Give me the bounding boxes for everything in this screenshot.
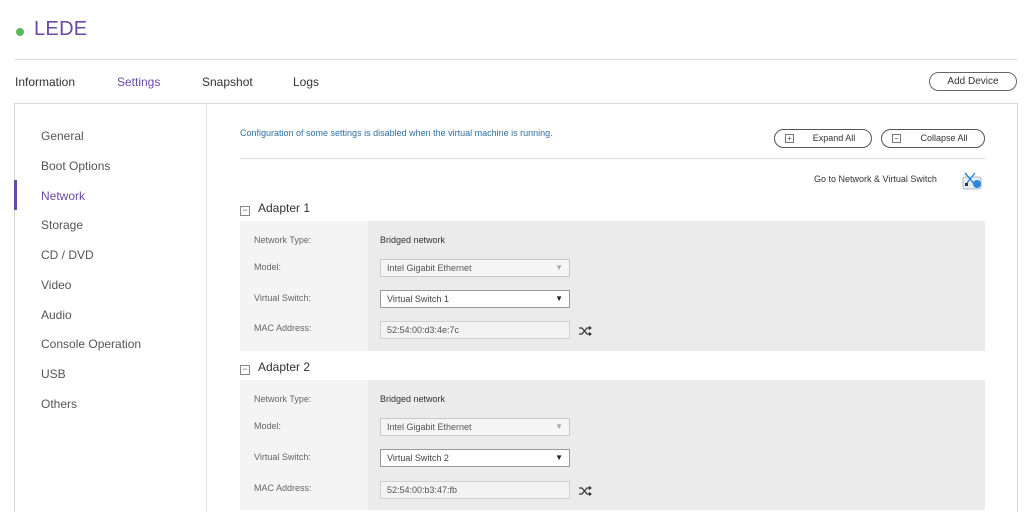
- tab-information[interactable]: Information: [15, 75, 75, 89]
- collapse-all-button[interactable]: − Collapse All: [881, 129, 985, 148]
- goto-network-link[interactable]: Go to Network & Virtual Switch: [814, 174, 937, 184]
- network-type-label: Network Type:: [254, 235, 312, 245]
- mac-address-field[interactable]: 52:54:00:b3:47:fb: [380, 481, 570, 499]
- sidebar-item-network[interactable]: Network: [41, 189, 85, 203]
- content-divider: [240, 158, 985, 159]
- network-type-value: Bridged network: [380, 394, 446, 404]
- model-label: Model:: [254, 262, 282, 272]
- chevron-down-icon: ▼: [555, 294, 563, 303]
- minus-square-icon: −: [892, 134, 901, 143]
- status-dot: [16, 28, 24, 36]
- sidebar-item-others[interactable]: Others: [41, 397, 77, 411]
- network-type-value: Bridged network: [380, 235, 446, 245]
- sidebar-item-audio[interactable]: Audio: [41, 308, 72, 322]
- network-switch-icon[interactable]: [960, 168, 984, 192]
- title-bar: LEDE: [0, 0, 1024, 60]
- model-select-value: Intel Gigabit Ethernet: [387, 422, 472, 432]
- virtual-switch-select[interactable]: Virtual Switch 2 ▼: [380, 449, 570, 467]
- mac-address-label: MAC Address:: [254, 483, 312, 493]
- chevron-down-icon: ▼: [555, 263, 563, 272]
- minus-square-icon: −: [240, 206, 250, 216]
- sidebar-item-boot-options[interactable]: Boot Options: [41, 159, 110, 173]
- mac-address-field[interactable]: 52:54:00:d3:4e:7c: [380, 321, 570, 339]
- shuffle-icon[interactable]: [578, 325, 592, 337]
- chevron-down-icon: ▼: [555, 422, 563, 431]
- active-item-marker: [14, 180, 17, 210]
- adapter-2-title: Adapter 2: [258, 360, 311, 374]
- sidebar-item-console-operation[interactable]: Console Operation: [41, 337, 141, 351]
- plus-square-icon: +: [785, 134, 794, 143]
- sidebar-item-storage[interactable]: Storage: [41, 218, 83, 232]
- expand-all-label: Expand All: [812, 133, 856, 143]
- tab-settings[interactable]: Settings: [117, 75, 160, 89]
- network-type-label: Network Type:: [254, 394, 312, 404]
- model-label: Model:: [254, 421, 282, 431]
- shuffle-icon[interactable]: [578, 485, 592, 497]
- adapter-2-header[interactable]: − Adapter 2: [240, 360, 310, 375]
- tab-logs[interactable]: Logs: [293, 75, 319, 89]
- adapter-1-header[interactable]: − Adapter 1: [240, 201, 310, 216]
- settings-sidebar: General Boot Options Network Storage CD …: [14, 104, 207, 512]
- virtual-switch-label: Virtual Switch:: [254, 452, 311, 462]
- tab-snapshot[interactable]: Snapshot: [202, 75, 253, 89]
- collapse-all-label: Collapse All: [920, 133, 968, 143]
- mac-address-label: MAC Address:: [254, 323, 312, 333]
- sidebar-item-cd-dvd[interactable]: CD / DVD: [41, 248, 94, 262]
- virtual-switch-label: Virtual Switch:: [254, 293, 311, 303]
- sidebar-item-general[interactable]: General: [41, 129, 84, 143]
- expand-all-button[interactable]: + Expand All: [774, 129, 872, 148]
- adapter-1-panel: Network Type: Bridged network Model: Int…: [240, 221, 985, 351]
- virtual-switch-select[interactable]: Virtual Switch 1 ▼: [380, 290, 570, 308]
- virtual-switch-value: Virtual Switch 1: [387, 294, 449, 304]
- running-notice: Configuration of some settings is disabl…: [240, 128, 553, 138]
- model-select[interactable]: Intel Gigabit Ethernet ▼: [380, 259, 570, 277]
- vm-title: LEDE: [34, 18, 88, 40]
- virtual-switch-value: Virtual Switch 2: [387, 453, 449, 463]
- chevron-down-icon: ▼: [555, 453, 563, 462]
- minus-square-icon: −: [240, 365, 250, 375]
- model-select-value: Intel Gigabit Ethernet: [387, 263, 472, 273]
- tab-bar: Information Settings Snapshot Logs: [0, 60, 1024, 104]
- adapter-1-title: Adapter 1: [258, 201, 311, 215]
- sidebar-item-video[interactable]: Video: [41, 278, 71, 292]
- add-device-button[interactable]: Add Device: [929, 72, 1017, 91]
- settings-panel: General Boot Options Network Storage CD …: [14, 103, 1018, 512]
- network-content: Configuration of some settings is disabl…: [208, 104, 1018, 512]
- sidebar-item-usb[interactable]: USB: [41, 367, 66, 381]
- model-select[interactable]: Intel Gigabit Ethernet ▼: [380, 418, 570, 436]
- adapter-2-panel: Network Type: Bridged network Model: Int…: [240, 380, 985, 510]
